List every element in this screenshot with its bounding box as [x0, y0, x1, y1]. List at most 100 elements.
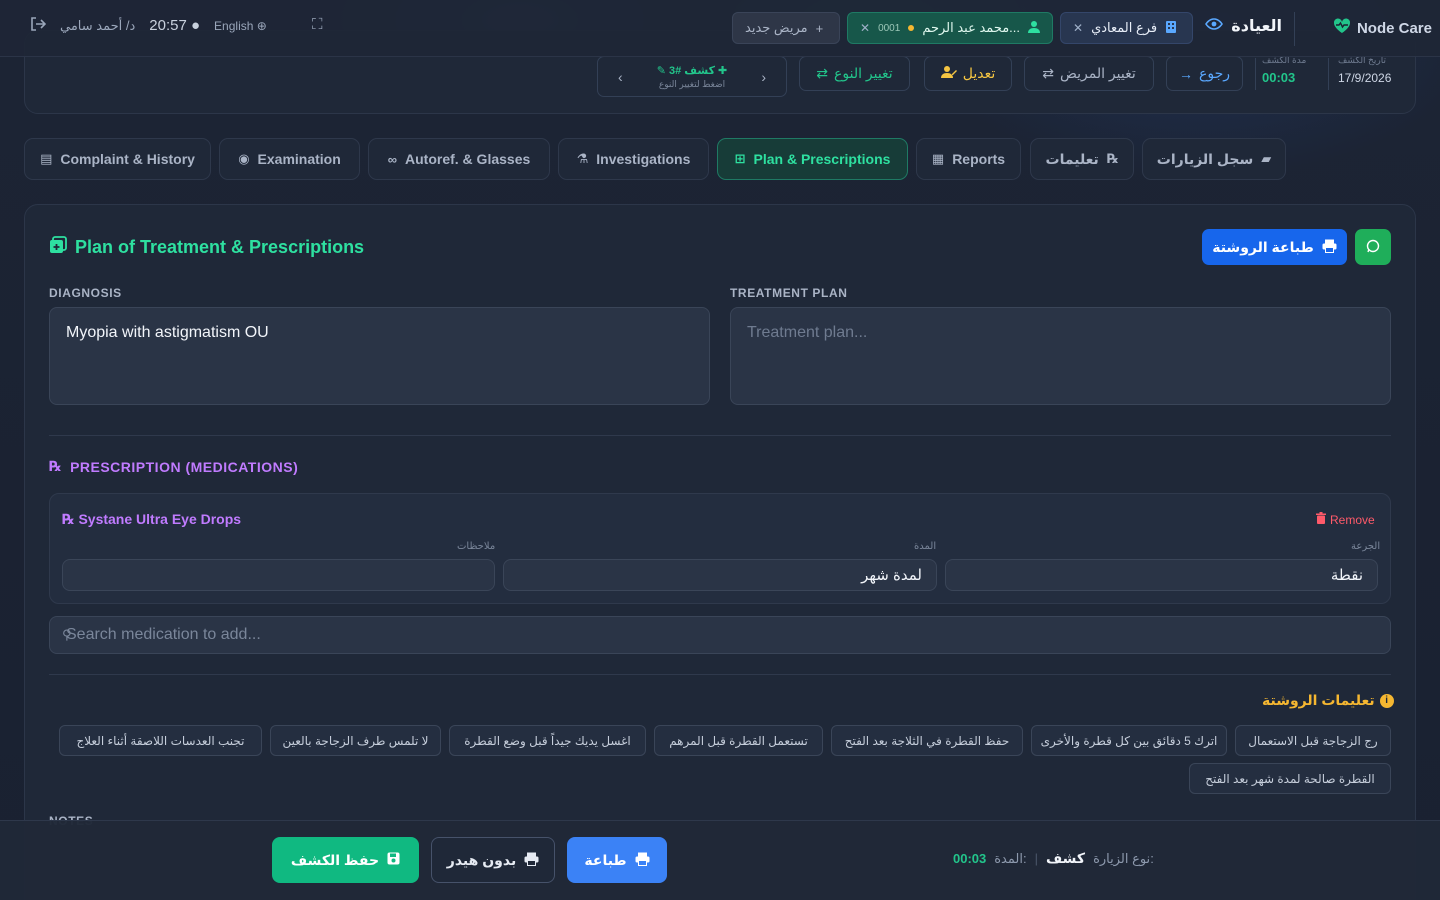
visit-number: ✎ كشف #3 ✚: [656, 64, 728, 77]
prescription-icon: [49, 236, 67, 259]
patient-code: 0001: [878, 22, 901, 34]
user-name[interactable]: د/ أحمد سامي: [60, 18, 135, 34]
change-type-button[interactable]: ⇄ تغيير النوع: [799, 56, 910, 91]
logout-icon[interactable]: [30, 17, 47, 34]
bottom-action-bar: [0, 820, 1440, 900]
visit-date-value: 17/9/2026: [1338, 71, 1392, 85]
instruction-chip[interactable]: حفظ القطرة في الثلاجة بعد الفتح: [831, 725, 1023, 756]
change-type-label: تغيير النوع: [834, 65, 893, 81]
print-without-header-label: بدون هيدر: [446, 851, 517, 868]
trash-icon: [1316, 512, 1326, 527]
medication-search-placeholder: Search medication to add...: [66, 626, 261, 643]
close-icon[interactable]: ✕: [860, 21, 870, 35]
branch-chip[interactable]: ✕ فرع المعادي: [1060, 12, 1193, 44]
tab-examination[interactable]: ◉ Examination: [219, 138, 360, 180]
print-without-header-button[interactable]: بدون هيدر: [431, 837, 555, 883]
chevron-left-icon[interactable]: ‹: [618, 69, 623, 85]
printer-icon: [1322, 239, 1337, 256]
top-bar: Node Care العيادة ✕ فرع المعادي ✕ 0001 م…: [0, 0, 1440, 57]
instruction-chip[interactable]: رج الزجاجة قبل الاستعمال: [1235, 725, 1391, 756]
plus-icon: +: [815, 20, 824, 36]
back-label: رجوع: [1198, 65, 1230, 81]
divider: [49, 435, 1391, 436]
swap-icon: ⇄: [816, 65, 829, 81]
language-switch[interactable]: English ⊕: [214, 19, 267, 33]
medication-name: ℞ Systane Ultra Eye Drops: [62, 511, 242, 527]
chevron-right-icon[interactable]: ›: [761, 69, 766, 85]
dose-input[interactable]: نقطة: [945, 559, 1378, 591]
eye-icon: [1205, 17, 1224, 35]
instructions-heading: تعليمات الروشتة i: [1262, 692, 1394, 709]
clipboard-icon: ▤: [40, 151, 53, 166]
prescription-heading: ℞ PRESCRIPTION (MEDICATIONS): [49, 458, 298, 475]
divider: [1255, 58, 1256, 90]
instruction-chip[interactable]: تستعمل القطرة قبل المرهم: [654, 725, 823, 756]
tab-label: سجل الزيارات: [1156, 150, 1254, 167]
prescription-icon: ⊞: [734, 151, 746, 166]
clinic-name: العيادة: [1231, 18, 1282, 35]
info-icon: i: [1379, 693, 1394, 708]
tab-plan-prescriptions[interactable]: ⊞ Plan & Prescriptions: [717, 138, 908, 180]
instruction-chip[interactable]: القطرة صالحة لمدة شهر بعد الفتح: [1189, 763, 1391, 794]
tab-autoref-glasses[interactable]: ∞ Autoref. & Glasses: [368, 138, 550, 180]
folder-icon: ▰: [1261, 151, 1272, 166]
instruction-chip[interactable]: تجنب العدسات اللاصقة أثناء العلاج: [59, 725, 262, 756]
brand[interactable]: Node Care: [1333, 18, 1432, 39]
printer-icon: [524, 852, 539, 869]
change-patient-button[interactable]: ⇄ تغيير المريض: [1024, 56, 1154, 91]
swap-icon: ⇄: [1042, 65, 1054, 81]
instruction-chip[interactable]: اغسل يديك جيداً قبل وضع القطرة: [449, 725, 646, 756]
globe-icon: ⊕: [256, 18, 267, 33]
building-icon: [1165, 20, 1177, 37]
save-visit-button[interactable]: حفظ الكشف: [272, 837, 419, 883]
summary-visit-type-label: نوع الزيارة:: [1093, 850, 1154, 866]
tab-reports[interactable]: ▦ Reports: [916, 138, 1021, 180]
print-button[interactable]: طباعة: [567, 837, 667, 883]
file-icon: ▦: [931, 151, 945, 166]
close-icon[interactable]: ✕: [1073, 21, 1083, 35]
patient-chip[interactable]: ✕ 0001 محمد عبد الرحم...: [847, 12, 1053, 44]
brand-name: Node Care: [1356, 20, 1432, 37]
print-label: طباعة: [584, 851, 627, 868]
notes-input[interactable]: [62, 559, 495, 591]
divider: [49, 674, 1391, 675]
tab-complaint-history[interactable]: ▤ Complaint & History: [24, 138, 211, 180]
tab-visit-history[interactable]: سجل الزيارات ▰: [1142, 138, 1286, 180]
print-prescription-label: طباعة الروشتة: [1212, 238, 1314, 255]
visit-navigator[interactable]: ‹ ✎ كشف #3 ✚ اضغط لتغيير النوع ›: [597, 56, 787, 97]
new-patient-label: مريض جديد: [745, 20, 808, 35]
tab-instructions[interactable]: تعليمات ℞: [1030, 138, 1134, 180]
printer-icon: [635, 852, 650, 869]
tab-label: Complaint & History: [60, 151, 195, 167]
medication-search-input[interactable]: ⚲ Search medication to add...: [49, 616, 1391, 654]
fullscreen-icon[interactable]: ⛶: [312, 16, 323, 33]
treatment-plan-label: TREATMENT PLAN: [730, 286, 848, 300]
visit-date: تاريخ الكشف 17/9/2026: [1338, 55, 1408, 85]
diagnosis-field[interactable]: Myopia with astigmatism OU: [49, 307, 710, 405]
edit-button[interactable]: تعديل: [924, 56, 1012, 91]
whatsapp-button[interactable]: [1355, 229, 1391, 265]
new-patient-button[interactable]: مريض جديد +: [732, 12, 840, 44]
duration-label: المدة: [914, 541, 937, 552]
rx-icon: ℞: [1106, 151, 1119, 166]
clock-icon: ●: [190, 17, 201, 34]
instruction-chip[interactable]: لا تلمس طرف الزجاجة بالعين: [270, 725, 441, 756]
tab-label: Plan & Prescriptions: [753, 151, 891, 167]
user-icon: [1028, 20, 1040, 36]
duration-input[interactable]: لمدة شهر: [503, 559, 937, 591]
whatsapp-icon: [1366, 239, 1380, 256]
prescription-heading-text: PRESCRIPTION (MEDICATIONS): [70, 458, 299, 475]
heart-pulse-icon: [1333, 18, 1351, 39]
tab-label: Examination: [257, 151, 341, 167]
treatment-plan-field[interactable]: Treatment plan...: [730, 307, 1391, 405]
print-prescription-button[interactable]: طباعة الروشتة: [1202, 229, 1347, 265]
user-edit-icon: [940, 65, 957, 82]
tab-investigations[interactable]: ⚗ Investigations: [558, 138, 709, 180]
remove-medication-button[interactable]: Remove: [1316, 512, 1375, 527]
page-title: Plan of Treatment & Prescriptions: [49, 236, 364, 259]
summary-visit-type-value: كشف: [1046, 850, 1086, 866]
remove-label: Remove: [1330, 512, 1375, 527]
back-button[interactable]: → رجوع: [1166, 56, 1243, 91]
visit-hint: اضغط لتغيير النوع: [658, 78, 726, 89]
instruction-chip[interactable]: اترك 5 دقائق بين كل قطرة والأخرى: [1031, 725, 1227, 756]
